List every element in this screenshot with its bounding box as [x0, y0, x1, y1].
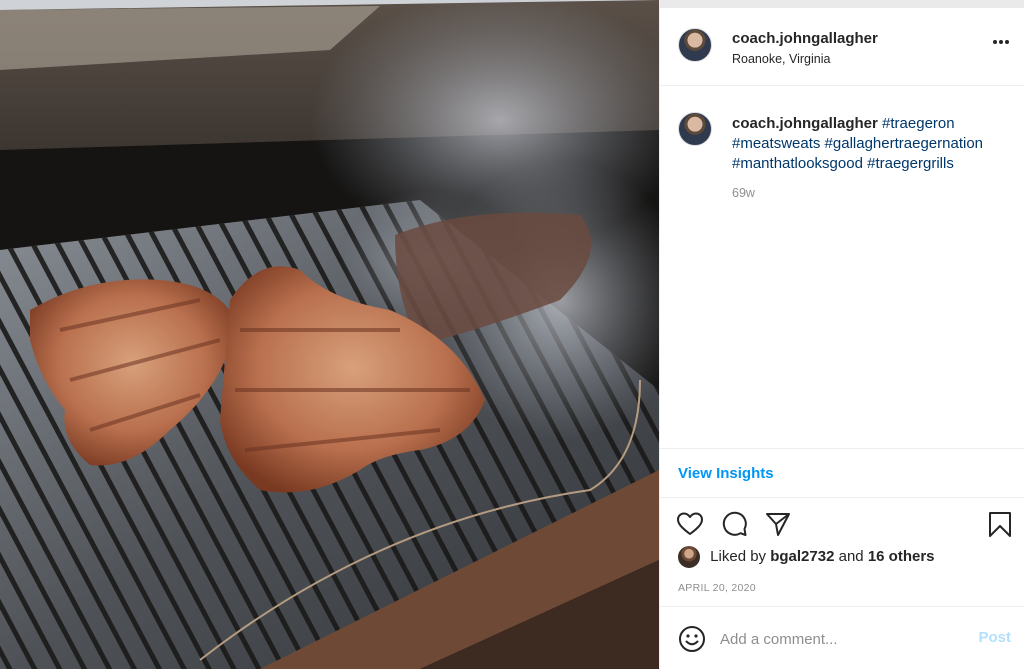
- post-photo[interactable]: [0, 0, 659, 669]
- post-date[interactable]: APRIL 20, 2020: [678, 582, 756, 594]
- insights-bar: View Insights: [660, 448, 1024, 498]
- bookmark-icon[interactable]: [986, 510, 1014, 538]
- emoji-icon[interactable]: [678, 625, 706, 653]
- post-side-panel: coach.johngallagher Roanoke, Virginia co…: [659, 0, 1024, 669]
- more-options-icon[interactable]: [993, 40, 1011, 46]
- caption-avatar[interactable]: [678, 112, 712, 146]
- comment-input[interactable]: [720, 625, 960, 653]
- caption-username[interactable]: coach.johngallagher: [732, 115, 878, 132]
- hashtag-link[interactable]: #meatsweats: [732, 135, 820, 152]
- liker-avatar[interactable]: [678, 546, 700, 568]
- author-avatar[interactable]: [678, 28, 712, 62]
- likes-others-link[interactable]: 16 others: [868, 548, 935, 565]
- view-insights-link[interactable]: View Insights: [678, 465, 774, 482]
- action-bar: [660, 500, 1024, 544]
- share-icon[interactable]: [764, 510, 792, 538]
- grill-photo-image: [0, 0, 659, 669]
- top-frame-strip: [660, 0, 1024, 8]
- post-comment-button[interactable]: Post: [978, 629, 1011, 646]
- author-username[interactable]: coach.johngallagher: [732, 30, 878, 47]
- hashtag-link[interactable]: #traegergrills: [867, 155, 954, 172]
- hashtag-link[interactable]: #gallaghertraegernation: [825, 135, 983, 152]
- hashtag-link[interactable]: #manthatlooksgood: [732, 155, 863, 172]
- caption-section: coach.johngallagher #traegeron #meatswea…: [660, 86, 1024, 446]
- comment-composer: Post: [660, 606, 1024, 669]
- hashtag-link[interactable]: #traegeron: [882, 115, 955, 132]
- liker-username[interactable]: bgal2732: [770, 548, 834, 565]
- caption-age[interactable]: 69w: [732, 186, 755, 200]
- likes-joiner: and: [838, 547, 864, 565]
- post-header: coach.johngallagher Roanoke, Virginia: [660, 8, 1024, 86]
- comment-icon[interactable]: [720, 510, 748, 538]
- caption-text: coach.johngallagher #traegeron #meatswea…: [732, 114, 1012, 174]
- likes-summary: Liked by bgal2732 and 16 others: [678, 546, 935, 570]
- post-location[interactable]: Roanoke, Virginia: [732, 52, 830, 66]
- heart-icon[interactable]: [676, 510, 704, 538]
- likes-prefix: Liked by: [710, 547, 767, 565]
